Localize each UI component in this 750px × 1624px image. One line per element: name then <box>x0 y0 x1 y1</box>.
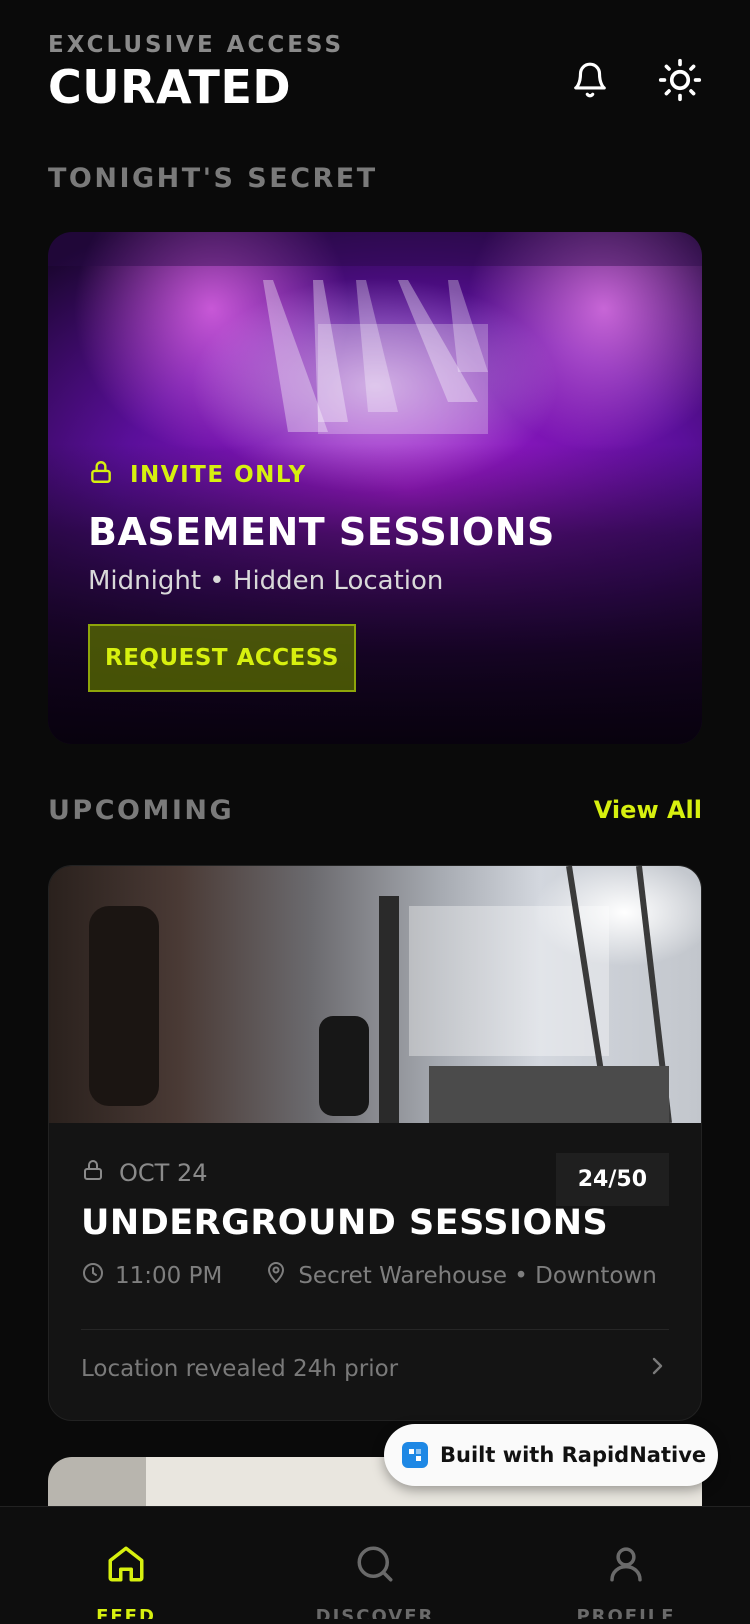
event-image <box>49 866 701 1124</box>
invite-only-badge: INVITE ONLY <box>130 462 307 488</box>
request-access-button[interactable]: REQUEST ACCESS <box>88 624 356 692</box>
search-icon <box>354 1543 396 1589</box>
featured-event-card[interactable]: INVITE ONLY BASEMENT SESSIONS Midnight •… <box>48 232 702 744</box>
tab-feed-label: FEED <box>96 1607 156 1619</box>
card-divider <box>81 1329 669 1330</box>
tab-discover[interactable]: DISCOVER <box>305 1507 445 1624</box>
event-card[interactable]: OCT 24 24/50 UNDERGROUND SESSIONS 11:00 … <box>48 865 702 1421</box>
tab-profile-label: PROFILE <box>576 1607 676 1619</box>
built-with-badge[interactable]: Built with RapidNative <box>384 1424 718 1486</box>
event-date: OCT 24 <box>119 1159 208 1187</box>
event-title: UNDERGROUND SESSIONS <box>81 1203 609 1243</box>
map-pin-icon <box>264 1261 288 1291</box>
tonight-section-label: TONIGHT'S SECRET <box>48 163 378 194</box>
app-header: EXCLUSIVE ACCESS CURATED <box>48 32 702 132</box>
upcoming-section-label: UPCOMING <box>48 795 235 826</box>
home-icon <box>105 1543 147 1589</box>
bell-icon[interactable] <box>568 58 612 102</box>
view-all-link[interactable]: View All <box>594 796 702 824</box>
sun-icon[interactable] <box>658 58 702 102</box>
clock-icon <box>81 1261 105 1291</box>
bottom-tab-bar: FEED DISCOVER PROFILE <box>0 1506 750 1624</box>
rapidnative-logo-icon <box>402 1442 428 1468</box>
featured-subtitle: Midnight • Hidden Location <box>88 566 444 596</box>
capacity-badge: 24/50 <box>555 1153 669 1206</box>
tab-feed[interactable]: FEED <box>56 1507 196 1624</box>
event-time: 11:00 PM <box>115 1263 223 1289</box>
tab-profile[interactable]: PROFILE <box>556 1507 696 1624</box>
tab-discover-label: DISCOVER <box>315 1607 435 1619</box>
featured-title: BASEMENT SESSIONS <box>88 510 555 554</box>
chevron-right-icon[interactable] <box>645 1354 669 1384</box>
user-icon <box>605 1543 647 1589</box>
event-location: Secret Warehouse • Downtown <box>298 1263 657 1289</box>
lock-icon <box>88 458 114 492</box>
header-eyebrow: EXCLUSIVE ACCESS <box>48 32 345 58</box>
lock-icon <box>81 1157 105 1189</box>
location-reveal-note: Location revealed 24h prior <box>81 1356 399 1382</box>
built-with-text: Built with RapidNative <box>440 1443 707 1467</box>
